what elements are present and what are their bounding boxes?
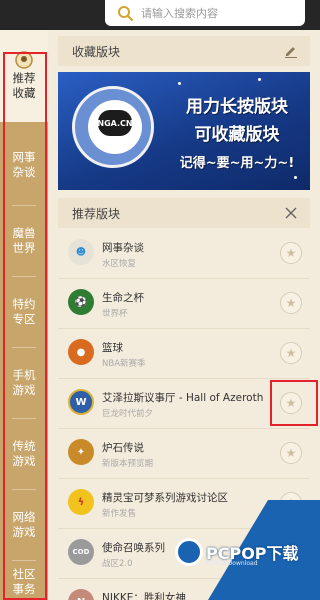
- favorite-star-button[interactable]: ★: [280, 342, 302, 364]
- sidebar-label-line2: 专区: [12, 312, 36, 326]
- sidebar-label-line2: 游戏: [12, 383, 36, 397]
- forum-subtitle: 新作发售: [102, 509, 137, 519]
- forum-name: 篮球: [102, 342, 123, 354]
- call-of-duty-icon: COD: [68, 539, 94, 565]
- sidebar-item-special[interactable]: 特约 专区: [0, 277, 48, 347]
- sidebar-item-chat[interactable]: 网事 杂谈: [0, 130, 48, 200]
- list-item[interactable]: ☻ 网事杂谈 水区恢复 ★: [58, 230, 310, 279]
- favorite-star-button[interactable]: ★: [280, 392, 302, 414]
- star-dot: [258, 78, 261, 81]
- sidebar-item-recommended[interactable]: 推荐 收藏: [0, 30, 48, 122]
- sidebar-label-line1: 传统: [12, 439, 36, 453]
- banner-line2: 可收藏版块: [194, 125, 280, 145]
- sidebar-label-line2: 游戏: [12, 525, 36, 539]
- forum-subtitle: 新版本预览期: [102, 459, 154, 469]
- forum-subtitle: 巨龙时代前夕: [102, 409, 154, 419]
- list-item[interactable]: COD 使命召唤系列 战区2.0 ★: [58, 530, 310, 579]
- sidebar-label-line2: 杂谈: [12, 165, 36, 179]
- top-bar: 请输入搜索内容: [0, 0, 320, 30]
- sidebar-label-line2: 收藏: [12, 86, 36, 100]
- sidebar-label-line1: 网络: [12, 510, 36, 524]
- forum-subtitle: 世界杯: [102, 309, 128, 319]
- favorite-star-button[interactable]: ★: [280, 442, 302, 464]
- forum-name: 炉石传说: [102, 442, 144, 454]
- sidebar-item-online-games[interactable]: 网络 游戏: [0, 490, 48, 560]
- favorite-star-button[interactable]: ★: [280, 542, 302, 564]
- favorites-tip-banner[interactable]: NGA.CN 用力长按版块 可收藏版块 记得~要~用~力~!: [58, 72, 310, 190]
- favorite-star-button[interactable]: ★: [280, 242, 302, 264]
- list-item[interactable]: N NIKKE：胜利女神: [58, 580, 310, 600]
- sidebar-label-line1: 手机: [12, 368, 36, 382]
- sidebar-label-line1: 网事: [12, 150, 36, 164]
- sidebar-item-wow[interactable]: 魔兽 世界: [0, 206, 48, 276]
- forum-name: 生命之杯: [102, 292, 144, 304]
- list-item[interactable]: ✦ 炉石传说 新版本预览期 ★: [58, 430, 310, 479]
- category-sidebar: 推荐 收藏 网事 杂谈 魔兽 世界 特约 专区 手机 游戏 传统 游戏 网络 游…: [0, 30, 48, 600]
- sidebar-label-line1: 社区: [12, 567, 36, 581]
- sidebar-item-mobile-games[interactable]: 手机 游戏: [0, 348, 48, 418]
- list-item[interactable]: W 艾泽拉斯议事厅 - Hall of Azeroth 巨龙时代前夕 ★: [58, 380, 310, 429]
- list-item[interactable]: ⚽ 生命之杯 世界杯 ★: [58, 280, 310, 329]
- pikachu-icon: ϟ: [68, 489, 94, 515]
- search-placeholder: 请输入搜索内容: [141, 7, 218, 20]
- forum-name: 艾泽拉斯议事厅 - Hall of Azeroth: [102, 392, 264, 404]
- forum-name: 网事杂谈: [102, 242, 144, 254]
- sidebar-label-line1: 推荐: [12, 71, 36, 85]
- search-icon: [118, 6, 133, 21]
- favorite-star-button[interactable]: ★: [280, 492, 302, 514]
- basketball-icon: ●: [68, 339, 94, 365]
- sidebar-label-line2: 世界: [12, 241, 36, 255]
- hearthstone-icon: ✦: [68, 439, 94, 465]
- soccer-ball-icon: ⚽: [68, 289, 94, 315]
- main-panel: 收藏版块 NGA.CN 用力长按版块 可收藏版块 记得~要~用~力~! 推荐版块…: [48, 30, 320, 600]
- favorites-title: 收藏版块: [72, 44, 121, 59]
- favorite-star-button[interactable]: ★: [280, 292, 302, 314]
- sidebar-label-line1: 特约: [12, 297, 36, 311]
- close-icon[interactable]: [284, 206, 298, 220]
- forum-subtitle: 战区2.0: [102, 559, 133, 569]
- sidebar-label-line2: 事务: [12, 582, 36, 596]
- nga-logo-icon: [15, 51, 33, 69]
- edit-icon[interactable]: [284, 44, 298, 58]
- recommended-title: 推荐版块: [72, 206, 121, 221]
- forum-subtitle: NBA新赛季: [102, 359, 146, 369]
- banner-line1: 用力长按版块: [186, 97, 288, 117]
- forum-name: 精灵宝可梦系列游戏讨论区: [102, 492, 228, 504]
- sidebar-label-line1: 魔兽: [12, 226, 36, 240]
- forum-name: 使命召唤系列: [102, 542, 165, 554]
- list-item[interactable]: ϟ 精灵宝可梦系列游戏讨论区 新作发售 ★: [58, 480, 310, 529]
- star-dot: [178, 82, 181, 85]
- warcraft-logo-icon: W: [68, 389, 94, 415]
- banner-site-label: NGA.CN: [97, 110, 133, 136]
- banner-line3: 记得~要~用~力~!: [179, 156, 295, 171]
- search-input[interactable]: 请输入搜索内容: [105, 0, 305, 26]
- sidebar-item-community[interactable]: 社区 事务: [0, 561, 48, 600]
- star-dot: [294, 176, 297, 179]
- sidebar-item-classic-games[interactable]: 传统 游戏: [0, 419, 48, 489]
- forum-name: NIKKE：胜利女神: [102, 592, 186, 600]
- forum-subtitle: 水区恢复: [102, 259, 137, 269]
- favorites-header: 收藏版块: [58, 36, 310, 66]
- sidebar-label-line2: 游戏: [12, 454, 36, 468]
- nikke-icon: N: [68, 589, 94, 600]
- list-item[interactable]: ● 篮球 NBA新赛季 ★: [58, 330, 310, 379]
- mascot-icon: ☻: [68, 239, 94, 265]
- recommended-header: 推荐版块: [58, 198, 310, 228]
